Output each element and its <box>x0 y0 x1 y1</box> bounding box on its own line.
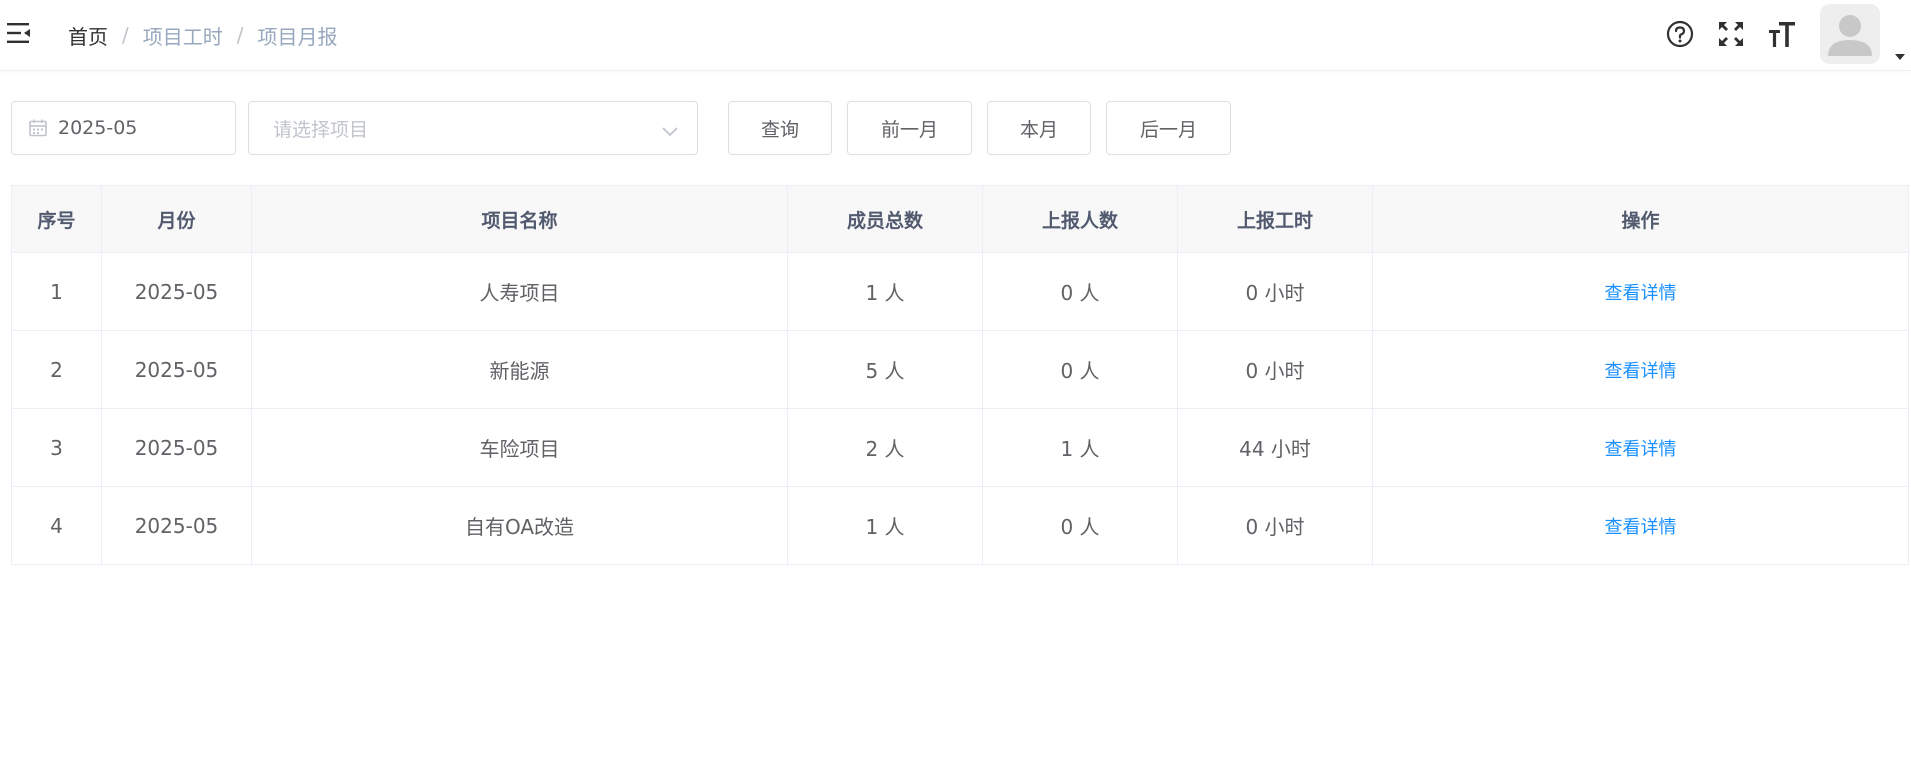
table-row: 4 2025-05 自有OA改造 1 人 0 人 0 小时 查看详情 <box>11 486 1909 565</box>
cell-index: 1 <box>11 252 102 331</box>
column-header-project: 项目名称 <box>251 185 788 253</box>
caret-down-icon[interactable] <box>1894 46 1906 60</box>
breadcrumb-project-hours: 项目工时 <box>142 24 223 49</box>
cell-index: 2 <box>11 330 102 409</box>
cell-month: 2025-05 <box>101 330 252 409</box>
cell-action: 查看详情 <box>1372 252 1909 331</box>
menu-fold-icon[interactable] <box>6 21 32 45</box>
cell-action: 查看详情 <box>1372 486 1909 565</box>
fullscreen-icon[interactable] <box>1715 18 1747 50</box>
cell-members: 2 人 <box>787 408 983 487</box>
cell-reported: 1 人 <box>982 408 1178 487</box>
cell-index: 4 <box>11 486 102 565</box>
cell-reported: 0 人 <box>982 330 1178 409</box>
cell-hours: 0 小时 <box>1177 330 1373 409</box>
cell-hours: 0 小时 <box>1177 486 1373 565</box>
cell-members: 5 人 <box>787 330 983 409</box>
cell-month: 2025-05 <box>101 486 252 565</box>
chevron-down-icon <box>661 121 679 137</box>
column-header-month: 月份 <box>101 185 252 253</box>
project-monthly-table: 序号 月份 项目名称 成员总数 上报人数 上报工时 操作 1 2025-05 人… <box>11 185 1909 565</box>
cell-action: 查看详情 <box>1372 408 1909 487</box>
cell-hours: 0 小时 <box>1177 252 1373 331</box>
cell-project: 新能源 <box>251 330 788 409</box>
month-value: 2025-05 <box>58 117 138 139</box>
font-size-icon[interactable] <box>1766 18 1798 50</box>
column-header-hours: 上报工时 <box>1177 185 1373 253</box>
cell-month: 2025-05 <box>101 408 252 487</box>
breadcrumb-project-monthly: 项目月报 <box>257 24 338 49</box>
user-avatar-icon[interactable] <box>1820 4 1880 64</box>
column-header-members: 成员总数 <box>787 185 983 253</box>
project-select[interactable]: 请选择项目 <box>248 101 698 155</box>
breadcrumb: 首页 / 项目工时 / 项目月报 <box>68 20 338 50</box>
query-button[interactable]: 查询 <box>728 101 832 155</box>
question-circle-icon[interactable] <box>1664 18 1696 50</box>
prev-month-button[interactable]: 前一月 <box>847 101 972 155</box>
cell-reported: 0 人 <box>982 252 1178 331</box>
view-details-link[interactable]: 查看详情 <box>1605 361 1677 382</box>
table-row: 3 2025-05 车险项目 2 人 1 人 44 小时 查看详情 <box>11 408 1909 487</box>
cell-project: 车险项目 <box>251 408 788 487</box>
column-header-reported: 上报人数 <box>982 185 1178 253</box>
view-details-link[interactable]: 查看详情 <box>1605 517 1677 538</box>
cell-members: 1 人 <box>787 252 983 331</box>
cell-reported: 0 人 <box>982 486 1178 565</box>
column-header-action: 操作 <box>1372 185 1909 253</box>
cell-hours: 44 小时 <box>1177 408 1373 487</box>
month-picker[interactable]: 2025-05 <box>11 101 236 155</box>
table-row: 2 2025-05 新能源 5 人 0 人 0 小时 查看详情 <box>11 330 1909 409</box>
cell-action: 查看详情 <box>1372 330 1909 409</box>
cell-project: 自有OA改造 <box>251 486 788 565</box>
cell-members: 1 人 <box>787 486 983 565</box>
project-select-placeholder: 请选择项目 <box>273 118 369 141</box>
cell-month: 2025-05 <box>101 252 252 331</box>
view-details-link[interactable]: 查看详情 <box>1605 283 1677 304</box>
breadcrumb-separator: / <box>236 23 244 47</box>
calendar-icon <box>28 118 48 138</box>
view-details-link[interactable]: 查看详情 <box>1605 439 1677 460</box>
this-month-button[interactable]: 本月 <box>987 101 1091 155</box>
breadcrumb-separator: / <box>122 23 129 47</box>
column-header-index: 序号 <box>11 185 102 253</box>
cell-project: 人寿项目 <box>251 252 788 331</box>
table-header-row: 序号 月份 项目名称 成员总数 上报人数 上报工时 操作 <box>11 185 1909 253</box>
breadcrumb-home[interactable]: 首页 <box>68 21 108 50</box>
navbar: 首页 / 项目工时 / 项目月报 <box>0 0 1911 71</box>
table-row: 1 2025-05 人寿项目 1 人 0 人 0 小时 查看详情 <box>11 252 1909 331</box>
cell-index: 3 <box>11 408 102 487</box>
next-month-button[interactable]: 后一月 <box>1106 101 1231 155</box>
